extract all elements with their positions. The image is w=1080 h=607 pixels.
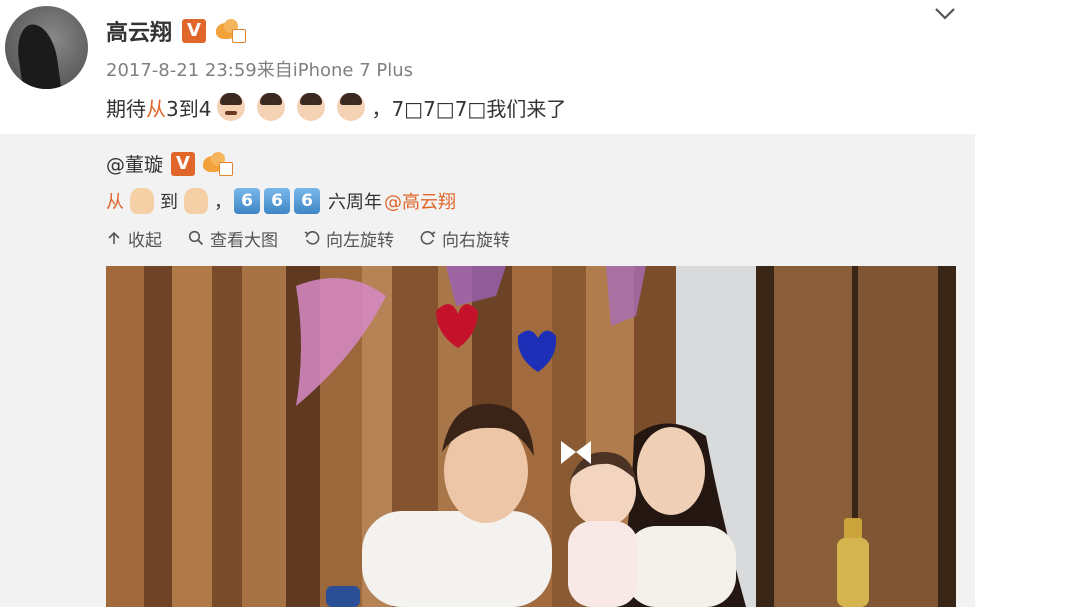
rotate-left-icon: [304, 231, 320, 245]
repost-author-row: @董璇 V: [106, 150, 234, 177]
girl-face-emoji-icon: [257, 93, 286, 121]
member-level-icon: [216, 19, 247, 43]
post-text-suffix: ，7□7□7□我们来了: [371, 96, 567, 121]
repost-text: 从 到 ， 6 6 6 六周年 @高云翔: [106, 184, 456, 218]
girl-face-emoji-icon: [297, 93, 326, 121]
number-tile: 6: [264, 188, 290, 214]
verified-badge-icon: V: [171, 151, 196, 176]
post-text-highlight: 从: [146, 96, 166, 121]
rotate-right-label: 向右旋转: [442, 230, 510, 251]
weibo-post: 高云翔 V 2017-8-21 23:59来自iPhone 7 Plus 期待 …: [0, 0, 1080, 607]
view-large-label: 查看大图: [210, 230, 278, 251]
rotate-left-button[interactable]: 向左旋转: [304, 226, 394, 251]
victory-hand-emoji-icon: [130, 188, 154, 214]
member-level-icon: [203, 151, 234, 176]
repost-text-from: 从: [106, 192, 124, 213]
author-avatar[interactable]: [5, 6, 88, 89]
author-name[interactable]: 高云翔: [106, 15, 172, 47]
collapse-arrow-icon: [108, 231, 120, 244]
rotate-right-icon: [420, 231, 436, 245]
post-text: 期待 从 3到4 ，7□7□7□我们来了: [106, 89, 566, 125]
repost-text-comma: ，: [214, 192, 232, 213]
verified-badge-icon: V: [182, 19, 207, 43]
photo-illustration: [106, 266, 956, 607]
rotate-right-button[interactable]: 向右旋转: [420, 226, 510, 251]
post-meta: 2017-8-21 23:59来自iPhone 7 Plus: [106, 60, 414, 81]
mention-link[interactable]: @高云翔: [384, 188, 456, 214]
post-photo[interactable]: [106, 266, 956, 607]
search-icon: [188, 230, 204, 246]
number-tile: 6: [294, 188, 320, 214]
repost-text-to: 到: [160, 192, 178, 213]
rotate-left-label: 向左旋转: [326, 230, 394, 251]
number-tile: 6: [234, 188, 260, 214]
avatar-silhouette: [14, 21, 62, 89]
repost-card: @董璇 V 从 到 ， 6 6 6 六周年 @高云翔 收起 查看大图 向左旋转 …: [0, 134, 975, 607]
view-large-button[interactable]: 查看大图: [188, 226, 278, 251]
boy-face-emoji-icon: [217, 93, 246, 121]
collapse-button[interactable]: 收起: [106, 226, 162, 251]
repost-author-name[interactable]: @董璇: [106, 150, 163, 177]
post-text-prefix: 期待: [106, 96, 146, 121]
repost-text-anniv: 六周年: [328, 192, 382, 213]
collapse-label: 收起: [128, 230, 162, 251]
image-actions-bar: 收起 查看大图 向左旋转 向右旋转: [106, 224, 510, 252]
girl-face-emoji-icon: [337, 93, 366, 121]
chevron-down-icon[interactable]: [934, 6, 956, 22]
author-row: 高云翔 V: [106, 14, 247, 48]
three-fingers-emoji-icon: [184, 188, 208, 214]
post-text-mid: 3到4: [166, 96, 212, 121]
